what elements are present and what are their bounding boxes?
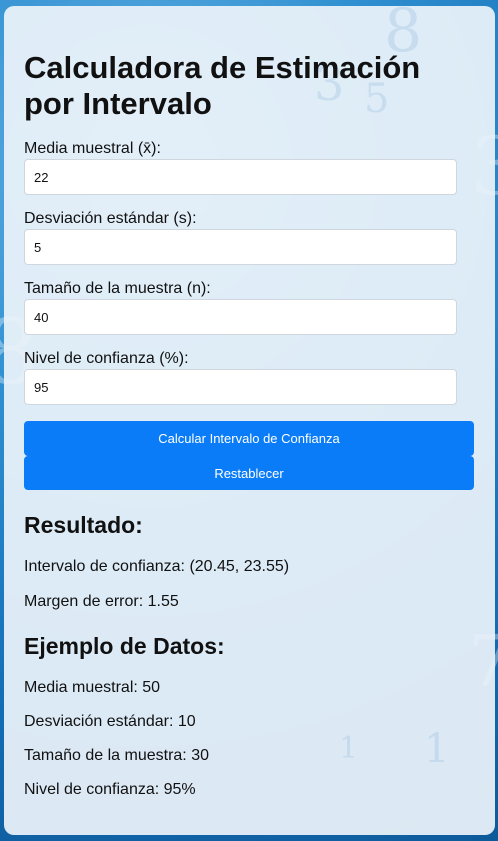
example-data-heading: Ejemplo de Datos: bbox=[24, 633, 225, 659]
reset-button[interactable]: Restablecer bbox=[24, 456, 474, 490]
card-number-decoration: 1 bbox=[339, 731, 359, 766]
calculator-card: 8 3 5 1 1 Calculadora de Estimación por … bbox=[4, 6, 495, 835]
sample-mean-input[interactable] bbox=[24, 159, 457, 195]
card-number-decoration: 1 bbox=[424, 726, 450, 772]
result-heading: Resultado: bbox=[24, 512, 143, 538]
example-confidence-level: Nivel de confianza: 95% bbox=[24, 781, 196, 798]
page-title: Calculadora de Estimación por Intervalo bbox=[24, 50, 421, 121]
sample-size-input[interactable] bbox=[24, 299, 457, 335]
page-background: { "title": "Calculadora de Estimación po… bbox=[0, 0, 498, 841]
example-mean: Media muestral: 50 bbox=[24, 679, 161, 696]
example-std-deviation: Desviación estándar: 10 bbox=[24, 713, 196, 730]
sample-mean-label: Media muestral (x̄): bbox=[24, 140, 161, 157]
confidence-level-label: Nivel de confianza (%): bbox=[24, 350, 189, 367]
confidence-interval-result: Intervalo de confianza: (20.45, 23.55) bbox=[24, 558, 290, 575]
calculate-interval-button[interactable]: Calcular Intervalo de Confianza bbox=[24, 421, 474, 456]
example-sample-size: Tamaño de la muestra: 30 bbox=[24, 747, 209, 764]
margin-of-error-result: Margen de error: 1.55 bbox=[24, 593, 179, 610]
sample-size-label: Tamaño de la muestra (n): bbox=[24, 280, 211, 297]
confidence-level-input[interactable] bbox=[24, 369, 457, 405]
std-deviation-label: Desviación estándar (s): bbox=[24, 210, 197, 227]
std-deviation-input[interactable] bbox=[24, 229, 457, 265]
